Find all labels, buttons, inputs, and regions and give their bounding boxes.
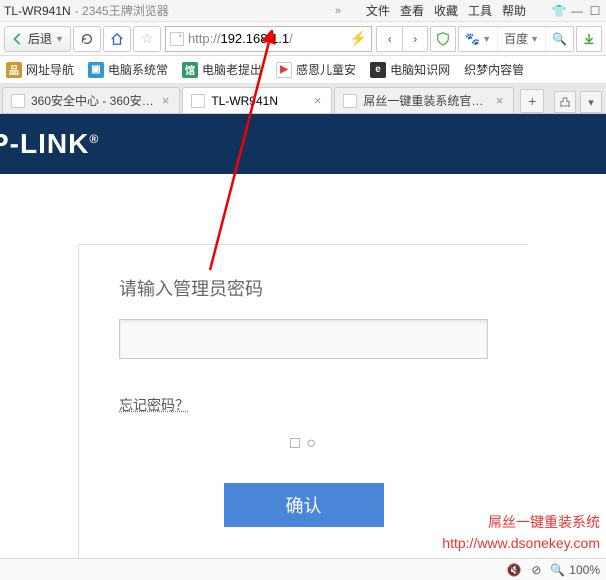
tab-3[interactable]: 屌丝一键重装系统官网_… × — [334, 87, 514, 113]
refresh-button[interactable] — [73, 26, 101, 52]
watermark-line1: 屌丝一键重装系统 — [442, 512, 600, 533]
bookmarks-bar: 品网址导航 ▣电脑系统常 馆电脑老提出 ▶感恩儿童安 e电脑知识网 织梦内容管 — [0, 56, 606, 84]
tab-favicon — [343, 94, 357, 108]
watermark-line2: http://www.dsonekey.com — [442, 533, 600, 554]
login-title: 请输入管理员密码 — [119, 275, 488, 301]
address-bar[interactable]: http://192.168.1.1/ ⚡ — [165, 26, 372, 52]
download-button[interactable] — [576, 26, 602, 52]
extra-symbols: □ ○ — [119, 435, 488, 453]
mode-icon[interactable]: ⊘ — [528, 562, 544, 578]
search-icon: 🔍 — [552, 32, 567, 46]
menu-bar: 文件 查看 收藏 工具 帮助 — [366, 2, 526, 19]
page-icon — [170, 32, 184, 46]
page-viewport: P-LINK® 请输入管理员密码 忘记密码？ □ ○ 确认 屌丝一键重装系统 h… — [0, 114, 606, 558]
zoom-level: 100% — [569, 563, 600, 577]
maximize-icon[interactable]: ☐ — [588, 4, 602, 18]
bookmark-icon: e — [370, 62, 386, 78]
url-path: / — [289, 31, 293, 46]
search-provider-paw[interactable]: 🐾▼ — [459, 27, 498, 51]
search-go-button[interactable]: 🔍 — [546, 27, 573, 51]
star-icon: ☆ — [141, 30, 154, 47]
refresh-icon — [80, 32, 94, 46]
favorite-button[interactable]: ☆ — [133, 26, 161, 52]
url-protocol: http:// — [188, 31, 221, 46]
shield-icon — [436, 32, 450, 46]
back-button[interactable]: 后退 ▼ — [4, 26, 71, 52]
menu-file[interactable]: 文件 — [366, 2, 390, 19]
search-box[interactable]: 🐾▼ 百度▼ 🔍 — [458, 26, 574, 52]
home-icon — [110, 32, 124, 46]
tab-bar: 360安全中心 - 360安… × TL-WR941N × 屌丝一键重装系统官网… — [0, 84, 606, 114]
nav-prev-button[interactable]: ‹ — [376, 26, 402, 52]
menu-favorites[interactable]: 收藏 — [434, 2, 458, 19]
tab-favicon — [11, 94, 25, 108]
nav-history: ‹ › — [376, 26, 428, 52]
new-tab-button[interactable]: + — [520, 89, 544, 113]
bookmark-icon: ▣ — [88, 62, 104, 78]
admin-password-input[interactable] — [119, 319, 488, 359]
menu-help[interactable]: 帮助 — [502, 2, 526, 19]
bookmark-item-5[interactable]: e电脑知识网 — [370, 61, 450, 78]
window-controls: 👕 — ☐ — [552, 4, 602, 18]
toolbar: 后退 ▼ ☆ http://192.168.1.1/ ⚡ ‹ › 🐾▼ 百度▼ … — [0, 22, 606, 56]
home-button[interactable] — [103, 26, 131, 52]
mute-icon[interactable]: 🔇 — [506, 562, 522, 578]
window-titlebar: TL-WR941N - 2345王牌浏览器 » 文件 查看 收藏 工具 帮助 👕… — [0, 0, 606, 22]
zoom-control[interactable]: 🔍 100% — [550, 563, 600, 577]
tab-label: 屌丝一键重装系统官网_… — [363, 92, 487, 109]
overflow-icon[interactable]: » — [335, 5, 341, 17]
confirm-button[interactable]: 确认 — [224, 483, 384, 527]
bookmark-icon: ▶ — [276, 62, 292, 78]
status-bar: 🔇 ⊘ 🔍 100% — [0, 558, 606, 580]
bookmark-item-3[interactable]: 馆电脑老提出 — [182, 61, 262, 78]
speed-icon[interactable]: ⚡ — [350, 30, 367, 47]
brand-header: P-LINK® — [0, 114, 606, 174]
brand-logo: P-LINK® — [0, 128, 99, 160]
forgot-password-link[interactable]: 忘记密码？ — [119, 395, 189, 415]
login-panel: 请输入管理员密码 忘记密码？ □ ○ 确认 — [78, 244, 528, 558]
bookmark-item-2[interactable]: ▣电脑系统常 — [88, 61, 168, 78]
tab-1[interactable]: 360安全中心 - 360安… × — [2, 87, 180, 113]
bookmark-item-4[interactable]: ▶感恩儿童安 — [276, 61, 356, 78]
tab-close-icon[interactable]: × — [312, 93, 324, 108]
zoom-icon: 🔍 — [550, 563, 565, 577]
window-title: TL-WR941N — [4, 4, 71, 18]
window-subtitle: - 2345王牌浏览器 — [75, 2, 169, 19]
bookmark-item-6[interactable]: 织梦内容管 — [464, 61, 524, 78]
bookmark-item-1[interactable]: 品网址导航 — [6, 61, 74, 78]
security-button[interactable] — [430, 26, 456, 52]
tab-label: TL-WR941N — [211, 94, 305, 108]
tab-close-icon[interactable]: × — [160, 93, 172, 108]
back-label: 后退 — [28, 30, 52, 47]
back-dropdown-icon: ▼ — [55, 34, 64, 44]
menu-view[interactable]: 查看 — [400, 2, 424, 19]
url-host: 192.168.1.1 — [220, 31, 289, 46]
tab-extra-controls: 凸 ▾ — [554, 91, 602, 113]
search-provider-baidu[interactable]: 百度▼ — [498, 27, 546, 51]
tab-list-button[interactable]: ▾ — [580, 91, 602, 113]
bookmark-icon: 品 — [6, 62, 22, 78]
back-arrow-icon — [11, 32, 25, 46]
tab-overview-button[interactable]: 凸 — [554, 91, 576, 113]
nav-next-button[interactable]: › — [402, 26, 428, 52]
watermark: 屌丝一键重装系统 http://www.dsonekey.com — [442, 512, 600, 554]
tab-favicon — [191, 94, 205, 108]
skin-icon[interactable]: 👕 — [552, 4, 566, 18]
tab-close-icon[interactable]: × — [494, 93, 506, 108]
bookmark-icon: 馆 — [182, 62, 198, 78]
tab-2-active[interactable]: TL-WR941N × — [182, 87, 332, 113]
paw-icon: 🐾 — [465, 32, 480, 46]
menu-tools[interactable]: 工具 — [468, 2, 492, 19]
minimize-icon[interactable]: — — [570, 4, 584, 18]
tab-label: 360安全中心 - 360安… — [31, 92, 154, 109]
download-icon — [582, 32, 596, 46]
